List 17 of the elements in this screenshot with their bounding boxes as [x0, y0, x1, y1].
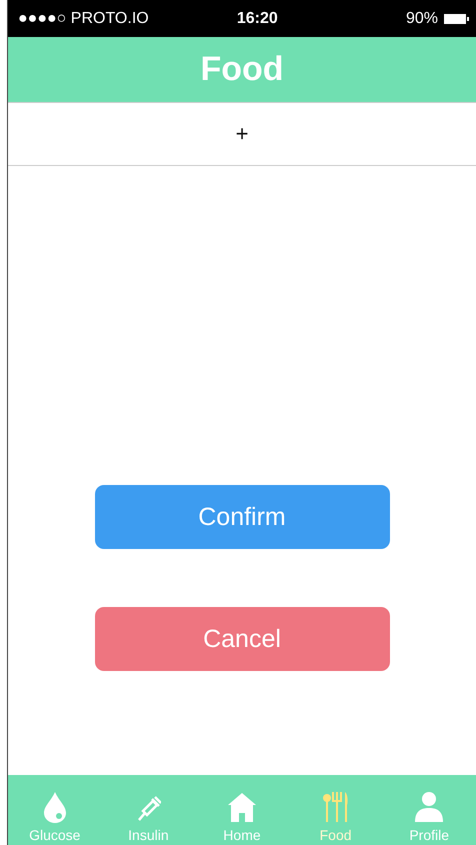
clock-text: 16:20	[236, 10, 278, 28]
tab-item[interactable]: Profile	[389, 791, 470, 845]
add-button[interactable]: +	[8, 102, 476, 166]
tab-item[interactable]: Food	[296, 791, 376, 845]
screen-title: Food	[200, 50, 284, 89]
cancel-button[interactable]: Cancel	[94, 607, 390, 671]
carrier-text: ●●●●○ PROTO.IO	[18, 10, 149, 28]
house-icon	[226, 791, 257, 823]
battery-icon	[444, 12, 470, 24]
battery-percent: 90%	[406, 10, 438, 28]
cutlery-icon	[322, 791, 350, 823]
tab-item[interactable]: Insulin	[108, 791, 188, 845]
tab-item[interactable]: Home	[202, 791, 282, 845]
confirm-button[interactable]: Confirm	[94, 485, 390, 549]
drop-icon	[42, 791, 68, 823]
person-icon	[413, 791, 446, 823]
tab-item[interactable]: Glucose	[14, 791, 95, 845]
